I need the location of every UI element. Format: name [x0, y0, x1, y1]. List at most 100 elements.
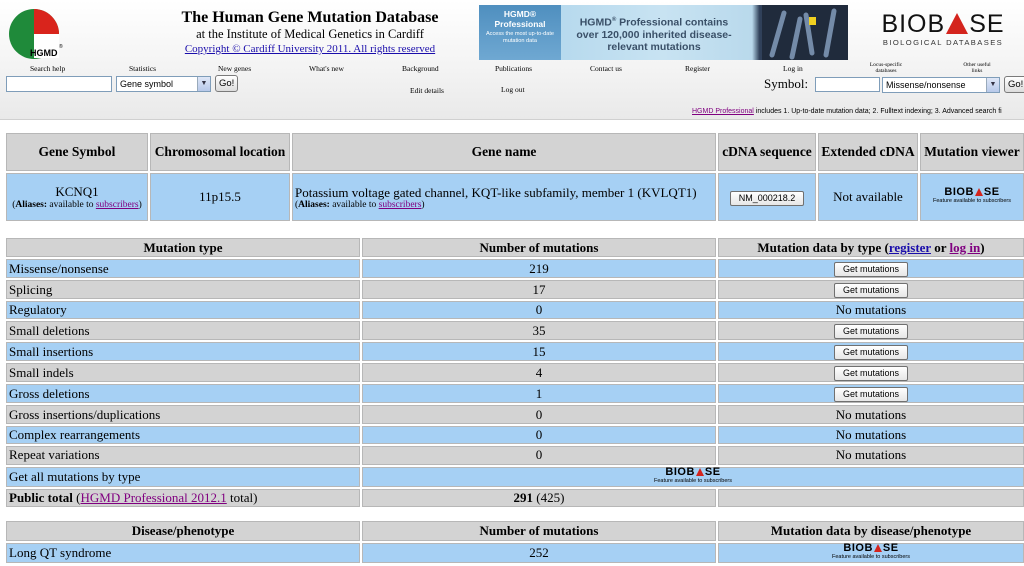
- mutation-count: 219: [362, 259, 716, 278]
- mutation-type-label: Small indels: [6, 363, 360, 383]
- table-row: Regulatory 0 No mutations: [6, 301, 1024, 320]
- mutation-count: 0: [362, 405, 716, 424]
- mutation-type-label: Missense/nonsense: [6, 259, 360, 278]
- biobase-feature-badge[interactable]: BIOB SE Feature available to subscribers: [721, 542, 1021, 562]
- nav-locus-specific[interactable]: Locus-specific databases: [866, 62, 906, 74]
- nav-whats-new[interactable]: What's new: [309, 64, 344, 73]
- nav-new-genes[interactable]: New genes: [218, 64, 251, 73]
- search-input[interactable]: [6, 76, 112, 92]
- nav-log-out[interactable]: Log out: [501, 85, 525, 94]
- site-header: HGMD ® The Human Gene Mutation Database …: [0, 0, 1024, 120]
- chevron-down-icon: ▼: [197, 77, 210, 91]
- get-mutations-button[interactable]: Get mutations: [833, 345, 909, 361]
- mutation-type-selected: Missense/nonsense: [886, 80, 966, 90]
- symbol-go-button[interactable]: Go!: [1004, 76, 1024, 93]
- symbol-input[interactable]: [815, 77, 880, 92]
- mutation-count: 17: [362, 280, 716, 299]
- hgmd-logo[interactable]: HGMD ®: [8, 6, 66, 62]
- no-mutations-text: No mutations: [718, 301, 1024, 320]
- header-extended-cdna: Extended cDNA: [818, 133, 918, 171]
- header-disease-mutation-count: Number of mutations: [362, 521, 716, 541]
- nav-contact-us[interactable]: Contact us: [590, 64, 622, 73]
- header-number-of-mutations: Number of mutations: [362, 238, 716, 257]
- get-all-biobase-cell: BIOB SE Feature available to subscribers: [362, 465, 1024, 487]
- header-mutation-data-by-type: Mutation data by type (register or log i…: [718, 238, 1024, 257]
- mutation-type-label: Gross insertions/duplications: [6, 405, 360, 424]
- hgmd-professional-banner[interactable]: HGMD® Professional Access the most up-to…: [479, 5, 848, 60]
- nav-publications[interactable]: Publications: [495, 64, 532, 73]
- nav-log-in[interactable]: Log in: [783, 64, 803, 73]
- search-type-selected: Gene symbol: [120, 79, 174, 89]
- copyright-link-wrap: Copyright © Cardiff University 2011. All…: [155, 42, 465, 56]
- header-chromosomal-location: Chromosomal location: [150, 133, 290, 171]
- biobase-logo[interactable]: BIOB SE BIOLOGICAL DATABASES: [868, 10, 1018, 47]
- gene-info-table: Gene Symbol Chromosomal location Gene na…: [4, 131, 1024, 223]
- mutation-action-cell: Get mutations: [718, 259, 1024, 278]
- get-mutations-button[interactable]: Get mutations: [833, 387, 909, 403]
- table-row: Splicing 17 Get mutations: [6, 280, 1024, 299]
- table-row: Gross deletions 1 Get mutations: [6, 384, 1024, 404]
- gene-name-subscribers-link[interactable]: subscribers: [379, 200, 422, 210]
- table-row: Small deletions 35 Get mutations: [6, 321, 1024, 341]
- header-gene-symbol: Gene Symbol: [6, 133, 148, 171]
- register-link[interactable]: register: [889, 240, 931, 255]
- professional-note: HGMD Professional includes 1. Up-to-date…: [692, 108, 1002, 115]
- nav-other-links[interactable]: Other useful links: [960, 62, 994, 74]
- cdna-sequence-button[interactable]: NM_000218.2: [729, 190, 805, 206]
- mutation-type-label: Regulatory: [6, 301, 360, 320]
- chromosome-art-icon: [762, 5, 848, 60]
- mutation-action-cell: Get mutations: [718, 321, 1024, 341]
- get-mutations-button[interactable]: Get mutations: [833, 324, 909, 340]
- biobase-feature-text: Feature available to subscribers: [933, 198, 1011, 204]
- mutation-count: 0: [362, 446, 716, 465]
- biobase-triangle-icon: [695, 467, 704, 476]
- copyright-link[interactable]: Copyright © Cardiff University 2011. All…: [185, 43, 435, 55]
- get-mutations-button[interactable]: Get mutations: [833, 262, 909, 277]
- table-row: Small indels 4 Get mutations: [6, 363, 1024, 383]
- mutation-type-select[interactable]: Missense/nonsense ▼: [882, 77, 1000, 93]
- site-subtitle: at the Institute of Medical Genetics in …: [196, 27, 424, 41]
- header-mutation-data-by-disease: Mutation data by disease/phenotype: [718, 521, 1024, 541]
- disease-table: Disease/phenotype Number of mutations Mu…: [4, 519, 1024, 565]
- mutation-count: 35: [362, 321, 716, 341]
- biobase-triangle-icon: [946, 13, 969, 34]
- biobase-triangle-icon: [873, 544, 882, 552]
- aliases-subscribers-link[interactable]: subscribers: [96, 200, 139, 210]
- table-row: Small insertions 15 Get mutations: [6, 342, 1024, 362]
- nav-edit-details[interactable]: Edit details: [410, 86, 444, 95]
- search-go-button[interactable]: Go!: [215, 75, 239, 92]
- biobase-mini-wordmark: BIOB SE: [944, 186, 1000, 198]
- biobase-mini-wordmark: BIOB SE: [843, 542, 899, 554]
- gene-name-cell: Potassium voltage gated channel, KQT-lik…: [292, 173, 716, 221]
- nav-register[interactable]: Register: [685, 64, 710, 73]
- biobase-feature-badge[interactable]: BIOB SE Feature available to subscribers: [923, 186, 1021, 206]
- nav-statistics[interactable]: Statistics: [129, 64, 156, 73]
- table-row: Repeat variations 0 No mutations: [6, 446, 1024, 465]
- hgmd-professional-link[interactable]: HGMD Professional: [692, 108, 754, 115]
- get-all-row: Get all mutations by type BIOB SE Feature…: [6, 465, 1024, 487]
- table-row: Long QT syndrome 252 BIOB SE Feature avai…: [6, 543, 1024, 563]
- get-mutations-button[interactable]: Get mutations: [833, 366, 909, 382]
- nav-background[interactable]: Background: [402, 64, 439, 73]
- mutation-count: 0: [362, 301, 716, 320]
- no-mutations-text: No mutations: [718, 425, 1024, 445]
- mutation-viewer-cell: BIOB SE Feature available to subscribers: [920, 173, 1024, 221]
- nav-search-help[interactable]: Search help: [30, 64, 65, 73]
- get-mutations-button[interactable]: Get mutations: [833, 283, 909, 298]
- mutation-type-label: Gross deletions: [6, 384, 360, 404]
- total-count-cell: 291 (425): [362, 488, 716, 507]
- public-total-label: Public total: [9, 489, 73, 505]
- professional-total-count: (425): [533, 489, 565, 505]
- biobase-feature-badge[interactable]: BIOB SE Feature available to subscribers: [365, 465, 1021, 486]
- disease-name: Long QT syndrome: [6, 543, 360, 563]
- log-in-link[interactable]: log in: [950, 240, 981, 255]
- header-gene-name: Gene name: [292, 133, 716, 171]
- biobase-mini-wordmark: BIOB SE: [665, 465, 721, 478]
- symbol-label: Symbol:: [764, 76, 809, 91]
- search-type-select[interactable]: Gene symbol ▼: [116, 76, 211, 92]
- extended-cdna: Not available: [818, 173, 918, 221]
- mutation-count: 4: [362, 363, 716, 383]
- hgmd-professional-2012-link[interactable]: HGMD Professional 2012.1: [81, 490, 227, 505]
- mutation-action-cell: Get mutations: [718, 280, 1024, 299]
- biobase-triangle-icon: [974, 188, 983, 196]
